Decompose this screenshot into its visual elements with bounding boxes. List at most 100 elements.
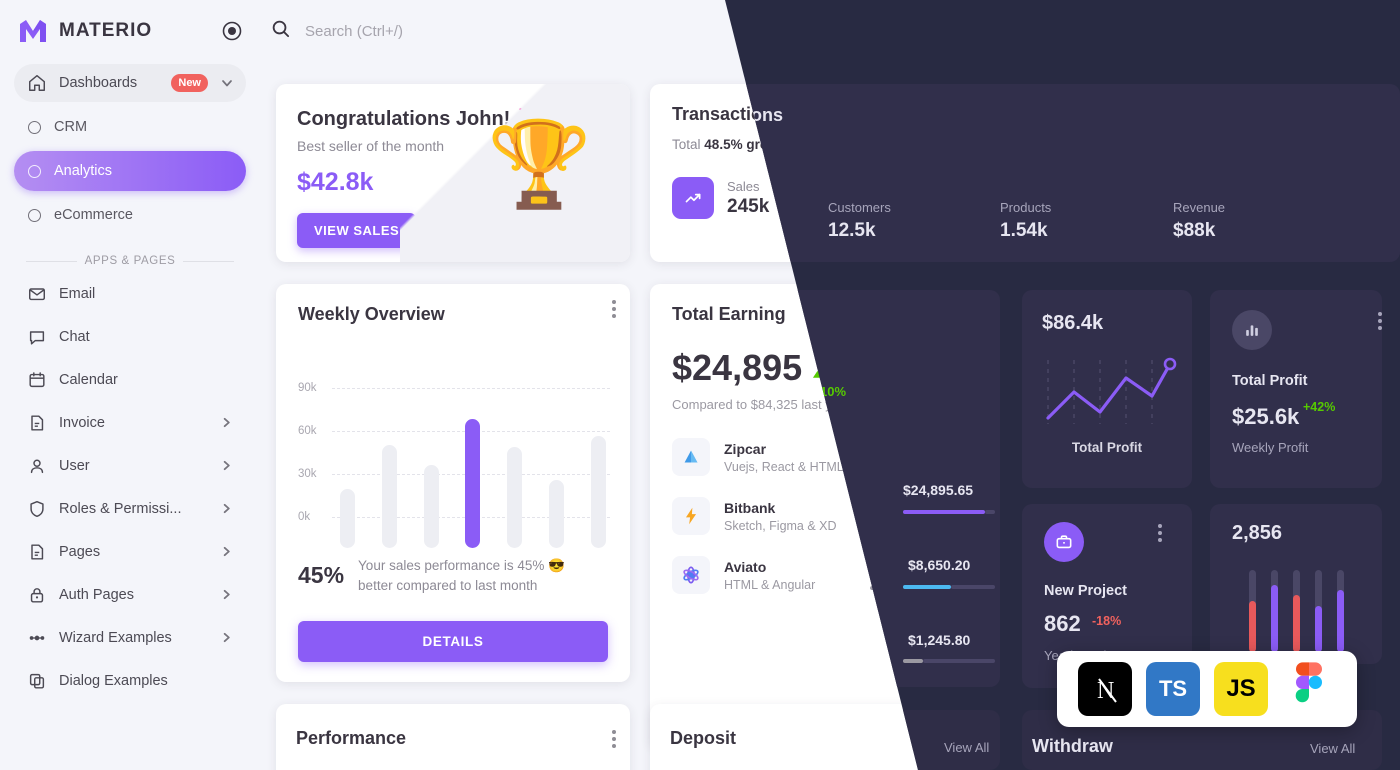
calendar-icon (26, 370, 47, 391)
figma-logo-icon[interactable] (1282, 662, 1336, 716)
bar[interactable] (507, 447, 523, 548)
chevron-right-icon (220, 545, 234, 559)
user-avatar[interactable] (1340, 12, 1378, 50)
sidebar-item-user[interactable]: User (14, 447, 246, 485)
subtitle-growth: 48.5% growth (704, 137, 792, 152)
bell-icon[interactable] (1298, 18, 1323, 43)
total-profit-value: $25.6k (1222, 382, 1290, 407)
performance-title: Performance (296, 728, 407, 748)
bar[interactable] (423, 465, 439, 548)
divider (26, 260, 77, 262)
y-tick-label: 30k (298, 468, 317, 480)
search-bar[interactable] (270, 18, 1172, 44)
copy-icon (26, 671, 47, 692)
translate-icon[interactable] (1172, 19, 1196, 43)
y-tick-label: 0k (298, 511, 311, 523)
file-icon (26, 542, 47, 563)
sun-icon[interactable] (1214, 19, 1238, 43)
kebab-menu-icon[interactable] (612, 300, 616, 321)
sidebar-item-pages[interactable]: Pages (14, 533, 246, 571)
earning-tech: Vuejs, React & HTML (724, 459, 844, 474)
search-input[interactable] (305, 22, 645, 40)
sidebar-item-roles-permissions[interactable]: Roles & Permissi... (14, 490, 246, 528)
performance-card: Performance (276, 704, 630, 770)
chevron-down-icon[interactable] (220, 76, 234, 90)
aviato-logo-icon (672, 556, 710, 594)
stat-value: 12.5k (872, 195, 920, 217)
details-button[interactable]: DETAILS (298, 621, 608, 662)
kebab-menu-icon[interactable] (1170, 514, 1174, 535)
bar[interactable] (381, 445, 397, 548)
kebab-menu-icon[interactable] (1366, 100, 1370, 121)
transactions-subtitle: Total 48.5% growth 😎 this month (650, 125, 1384, 153)
list-item[interactable]: Aviato HTML & Angular $1,245.80 (672, 556, 978, 594)
list-item[interactable]: Zipcar Vuejs, React & HTML $24,895.65 (672, 438, 978, 476)
bar[interactable] (340, 489, 355, 548)
stat-value: 1.54k (1038, 195, 1086, 217)
sidebar-item-label: Dashboards (59, 75, 138, 91)
kebab-menu-icon[interactable] (1358, 300, 1362, 321)
view-sales-button[interactable]: VIEW SALES (297, 213, 417, 248)
bar[interactable] (590, 436, 606, 548)
sidebar: MATERIO Dashboards New CRM Analytics eCo… (0, 0, 260, 770)
deposit-view-all-link[interactable]: View All (935, 731, 980, 746)
sidebar-item-auth-pages[interactable]: Auth Pages (14, 576, 246, 614)
kebab-menu-icon[interactable] (612, 730, 616, 751)
sidebar-section-label: APPS & PAGES (84, 255, 176, 267)
sidebar-item-crm[interactable]: CRM (14, 107, 246, 147)
pin-circle-icon[interactable] (222, 21, 242, 41)
sidebar-item-dashboards[interactable]: Dashboards New (14, 64, 246, 102)
new-badge: New (171, 74, 208, 92)
sidebar-item-chat[interactable]: Chat (14, 318, 246, 356)
chat-icon (26, 327, 47, 348)
total-profit-footer: Weekly Profit (1222, 418, 1299, 433)
new-project-footer: Yearly Project (1038, 632, 1118, 647)
weekly-bar-chart: 90k 60k 30k 0k (298, 358, 610, 548)
bar-chart-icon (1222, 302, 1262, 342)
circle-icon (28, 208, 41, 222)
sidebar-item-wizard-examples[interactable]: Wizard Examples (14, 619, 246, 657)
y-tick-label: 90k (298, 382, 317, 394)
sidebar-nav: Dashboards New CRM Analytics eCommerce A… (0, 62, 260, 700)
stat-sales: Sales 245k (672, 177, 769, 219)
earning-name: Bitbank (724, 499, 776, 516)
weekly-performance-summary: 45% Your sales performance is 45% 😎 bett… (298, 556, 610, 595)
sidebar-item-email[interactable]: Email (14, 275, 246, 313)
total-earning-comparison: Compared to $84,325 last year (672, 397, 851, 412)
list-item[interactable]: Bitbank Sketch, Figma & XD $8,650.20 (672, 497, 978, 535)
withdraw-view-all-link[interactable]: View All (1311, 731, 1356, 746)
transactions-title: Transactions (672, 104, 784, 124)
bar-highlighted[interactable] (465, 419, 481, 548)
search-icon (270, 18, 291, 44)
javascript-label: JS (1226, 675, 1256, 702)
stat-products: Products 1.54k (983, 177, 1089, 219)
new-project-delta: -18% (1083, 605, 1113, 619)
nextjs-logo-icon[interactable]: N (1078, 662, 1132, 716)
sidebar-item-label: User (59, 458, 90, 474)
stat-label: Revenue (1192, 178, 1245, 194)
kebab-menu-icon[interactable] (982, 300, 986, 321)
javascript-logo-icon[interactable]: JS (1214, 662, 1268, 716)
typescript-logo-icon[interactable]: TS (1146, 662, 1200, 716)
sidebar-item-ecommerce[interactable]: eCommerce (14, 195, 246, 235)
profit-line-caption: Total Profit (1068, 418, 1140, 433)
divider (183, 260, 234, 262)
grid-apps-icon[interactable] (1256, 19, 1280, 43)
progress-fill (870, 585, 892, 590)
gauge-series (1204, 539, 1376, 643)
circle-icon (28, 120, 41, 134)
sidebar-item-calendar[interactable]: Calendar (14, 361, 246, 399)
weekly-overview-card: Weekly Overview 90k 60k 30k 0k 45% Your … (276, 284, 630, 682)
total-earning-amount: $24,895 (672, 347, 803, 388)
chevron-right-icon (220, 416, 234, 430)
performance-percent: 45% (298, 562, 345, 589)
briefcase-icon (1038, 516, 1078, 556)
sidebar-item-label: Dialog Examples (59, 673, 168, 689)
sidebar-item-analytics[interactable]: Analytics (14, 151, 246, 191)
sidebar-item-invoice[interactable]: Invoice (14, 404, 246, 442)
sidebar-item-dialog-examples[interactable]: Dialog Examples (14, 662, 246, 700)
earning-tech: HTML & Angular (724, 577, 816, 592)
chevron-right-icon (220, 459, 234, 473)
stat-value: 245k (727, 195, 770, 217)
bar[interactable] (549, 480, 565, 548)
